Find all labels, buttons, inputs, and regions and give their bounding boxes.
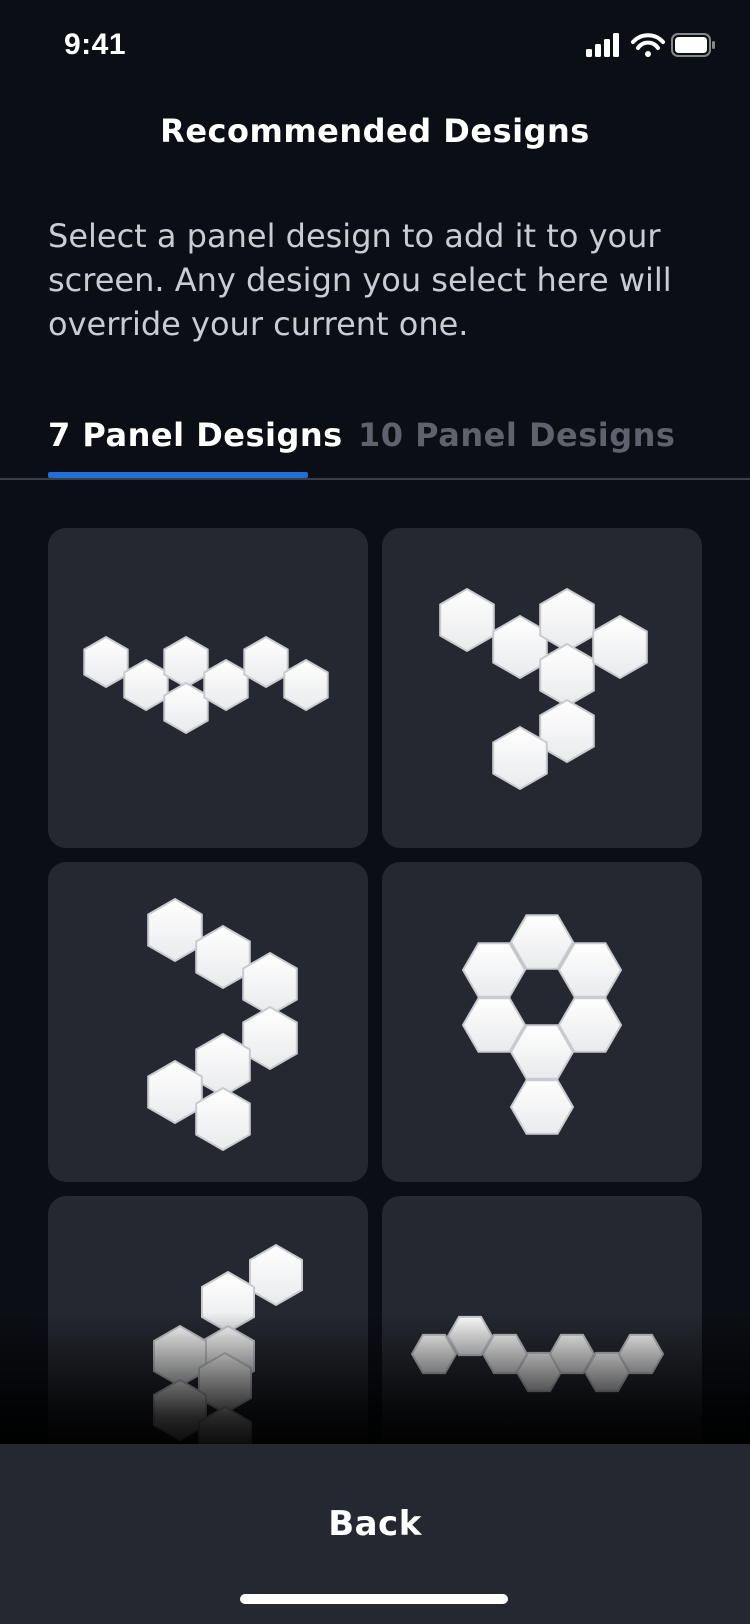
hexagon-panel: [283, 658, 329, 712]
tab-10-panel-designs[interactable]: 10 Panel Designs: [358, 416, 675, 454]
design-tabs: 7 Panel Designs 10 Panel Designs: [0, 410, 750, 480]
cellular-signal-icon: [586, 33, 619, 57]
hexagon-panel: [203, 658, 249, 712]
hexagon-panel: [195, 1032, 251, 1098]
status-icons: [586, 33, 715, 57]
back-button[interactable]: Back: [0, 1484, 750, 1564]
design-card-4[interactable]: [382, 862, 702, 1182]
description-text: Select a panel design to add it to your …: [48, 217, 672, 343]
hexagon-panel: [147, 897, 203, 963]
design-card-6[interactable]: [382, 1196, 702, 1444]
hexagon-design-4: [461, 914, 623, 1135]
hexagon-design-5: [153, 1243, 303, 1444]
hexagon-panel: [83, 635, 129, 689]
hexagon-design-3: [147, 897, 298, 1152]
hexagon-panel: [410, 1333, 458, 1375]
hexagon-panel: [243, 635, 289, 689]
hexagon-panel: [242, 951, 298, 1017]
hexagon-panel: [617, 1333, 665, 1375]
hexagon-panel: [195, 1086, 251, 1152]
hexagon-panel: [163, 635, 209, 689]
active-tab-indicator: [48, 472, 308, 478]
hexagon-panel: [195, 924, 251, 990]
hexagon-panel: [539, 587, 595, 653]
design-card-5[interactable]: [48, 1196, 368, 1444]
hexagon-panel: [539, 642, 595, 708]
designs-grid: [0, 482, 750, 1444]
design-card-3[interactable]: [48, 862, 368, 1182]
hexagon-panel: [249, 1243, 303, 1307]
design-card-2[interactable]: [382, 528, 702, 848]
hexagon-panel: [439, 587, 495, 653]
tab-7-panel-designs[interactable]: 7 Panel Designs: [48, 416, 343, 454]
hexagon-design-1: [83, 635, 329, 735]
hexagon-panel: [492, 614, 548, 680]
hexagon-panel: [242, 1005, 298, 1071]
status-time: 9:41: [64, 28, 127, 61]
bottom-bar: Back: [0, 1444, 750, 1624]
hexagon-panel: [492, 725, 548, 791]
status-bar: 9:41: [0, 0, 750, 92]
design-card-1[interactable]: [48, 528, 368, 848]
hexagon-panel: [539, 698, 595, 764]
hexagon-design-6: [410, 1315, 665, 1393]
page-title: Recommended Designs: [160, 112, 590, 150]
battery-icon: [671, 33, 715, 57]
home-indicator: [240, 1594, 508, 1604]
wifi-icon: [631, 33, 665, 57]
hexagon-design-2: [439, 587, 648, 791]
hexagon-panel: [123, 658, 169, 712]
hexagon-panel: [163, 681, 209, 735]
hexagon-panel: [147, 1059, 203, 1125]
hexagon-panel: [201, 1270, 255, 1334]
hexagon-panel: [509, 1079, 575, 1135]
hexagon-panel: [592, 614, 648, 680]
